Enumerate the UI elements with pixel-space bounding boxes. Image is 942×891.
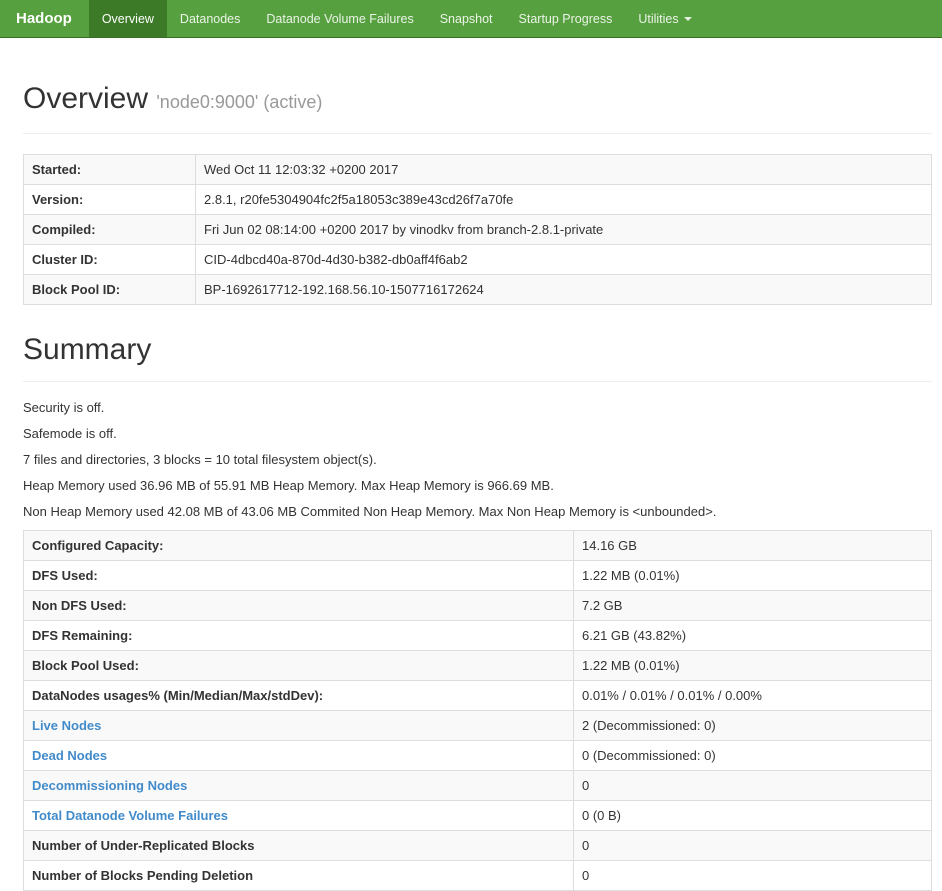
row-value: 1.22 MB (0.01%) [573, 650, 932, 681]
table-row: Dead Nodes 0 (Decommissioned: 0) [23, 740, 932, 771]
safemode-status-text: Safemode is off. [23, 426, 117, 441]
row-label: Dead Nodes [23, 740, 574, 771]
table-row: Non DFS Used: 7.2 GB [23, 590, 932, 621]
table-row: DFS Used: 1.22 MB (0.01%) [23, 560, 932, 591]
row-label: Block Pool Used: [23, 650, 574, 681]
nav-item-label: Datanode Volume Failures [266, 11, 414, 26]
dead-nodes-link[interactable]: Dead Nodes [32, 748, 107, 763]
row-label: Configured Capacity: [23, 530, 574, 561]
row-label: Total Datanode Volume Failures [23, 800, 574, 831]
row-label: Number of Blocks Pending Deletion [23, 860, 574, 891]
row-label: Non DFS Used: [23, 590, 574, 621]
decommissioning-nodes-link[interactable]: Decommissioning Nodes [32, 778, 187, 793]
navbar-brand[interactable]: Hadoop [0, 0, 89, 37]
row-label: Compiled: [23, 214, 196, 245]
table-row: DFS Remaining: 6.21 GB (43.82%) [23, 620, 932, 651]
page-title: Overview 'node0:9000' (active) [23, 82, 932, 119]
row-label: DFS Used: [23, 560, 574, 591]
row-label: Cluster ID: [23, 244, 196, 275]
row-value: 14.16 GB [573, 530, 932, 561]
security-status-text: Security is off. [23, 400, 105, 415]
nav-item-label: Snapshot [439, 11, 493, 26]
row-label: Version: [23, 184, 196, 215]
table-row: Configured Capacity: 14.16 GB [23, 530, 932, 561]
row-label: Number of Under-Replicated Blocks [23, 830, 574, 861]
main-content: Overview 'node0:9000' (active) Started: … [0, 82, 942, 891]
row-value: CID-4dbcd40a-870d-4d30-b382-db0aff4f6ab2 [195, 244, 932, 275]
row-value: Wed Oct 11 12:03:32 +0200 2017 [195, 154, 932, 185]
table-row: Version: 2.8.1, r20fe5304904fc2f5a18053c… [23, 184, 932, 215]
row-label: DataNodes usages% (Min/Median/Max/stdDev… [23, 680, 574, 711]
table-row: Started: Wed Oct 11 12:03:32 +0200 2017 [23, 154, 932, 185]
nav-item-label: Startup Progress [518, 11, 613, 26]
table-row: Cluster ID: CID-4dbcd40a-870d-4d30-b382-… [23, 244, 932, 275]
row-label: Block Pool ID: [23, 274, 196, 305]
total-datanode-volume-failures-link[interactable]: Total Datanode Volume Failures [32, 808, 228, 823]
table-row: Block Pool ID: BP-1692617712-192.168.56.… [23, 274, 932, 305]
namenode-info-table: Started: Wed Oct 11 12:03:32 +0200 2017 … [23, 154, 932, 305]
row-value: Fri Jun 02 08:14:00 +0200 2017 by vinodk… [195, 214, 932, 245]
heap-memory-text: Heap Memory used 36.96 MB of 55.91 MB He… [23, 478, 554, 493]
divider [23, 381, 932, 382]
nav-item-label: Overview [101, 11, 154, 26]
row-value: 0 [573, 770, 932, 801]
table-row: DataNodes usages% (Min/Median/Max/stdDev… [23, 680, 932, 711]
row-value: 0 [573, 830, 932, 861]
table-row: Decommissioning Nodes 0 [23, 770, 932, 801]
navbar: Hadoop Overview Datanodes Datanode Volum… [0, 0, 942, 38]
nav-item-overview[interactable]: Overview [88, 0, 167, 37]
nav-item-label: Utilities [638, 11, 679, 26]
row-value: 0 (0 B) [573, 800, 932, 831]
row-value: 0 [573, 860, 932, 891]
nav-item-snapshot[interactable]: Snapshot [427, 0, 506, 37]
row-value: 2 (Decommissioned: 0) [573, 710, 932, 741]
row-value: 2.8.1, r20fe5304904fc2f5a18053c389e43cd2… [195, 184, 932, 215]
cluster-summary-table: Configured Capacity: 14.16 GB DFS Used: … [23, 530, 932, 891]
row-value: BP-1692617712-192.168.56.10-150771617262… [195, 274, 932, 305]
table-row: Number of Under-Replicated Blocks 0 [23, 830, 932, 861]
row-value: 0 (Decommissioned: 0) [573, 740, 932, 771]
table-row: Total Datanode Volume Failures 0 (0 B) [23, 800, 932, 831]
page-title-text: Overview [23, 82, 149, 115]
summary-status-lines: Security is off. Safemode is off. 7 file… [23, 400, 932, 519]
divider [23, 133, 932, 134]
nav-item-startup-progress[interactable]: Startup Progress [506, 0, 626, 37]
nav-item-datanodes[interactable]: Datanodes [167, 0, 253, 37]
caret-down-icon [683, 16, 692, 21]
row-label: Live Nodes [23, 710, 574, 741]
row-label: Decommissioning Nodes [23, 770, 574, 801]
row-value: 7.2 GB [573, 590, 932, 621]
table-row: Number of Blocks Pending Deletion 0 [23, 860, 932, 891]
row-value: 0.01% / 0.01% / 0.01% / 0.00% [573, 680, 932, 711]
non-heap-memory-text: Non Heap Memory used 42.08 MB of 43.06 M… [23, 504, 717, 519]
summary-section-title: Summary [23, 333, 152, 366]
table-row: Compiled: Fri Jun 02 08:14:00 +0200 2017… [23, 214, 932, 245]
nav-item-utilities-dropdown[interactable]: Utilities [625, 0, 704, 37]
page-subtitle: 'node0:9000' (active) [156, 92, 323, 112]
filesystem-objects-text: 7 files and directories, 3 blocks = 10 t… [23, 452, 377, 467]
row-value: 1.22 MB (0.01%) [573, 560, 932, 591]
navbar-menu: Overview Datanodes Datanode Volume Failu… [88, 0, 705, 37]
nav-item-label: Datanodes [179, 11, 241, 26]
row-label: Started: [23, 154, 196, 185]
nav-item-datanode-volume-failures[interactable]: Datanode Volume Failures [253, 0, 426, 37]
row-label: DFS Remaining: [23, 620, 574, 651]
table-row: Block Pool Used: 1.22 MB (0.01%) [23, 650, 932, 681]
table-row: Live Nodes 2 (Decommissioned: 0) [23, 710, 932, 741]
live-nodes-link[interactable]: Live Nodes [32, 718, 101, 733]
row-value: 6.21 GB (43.82%) [573, 620, 932, 651]
